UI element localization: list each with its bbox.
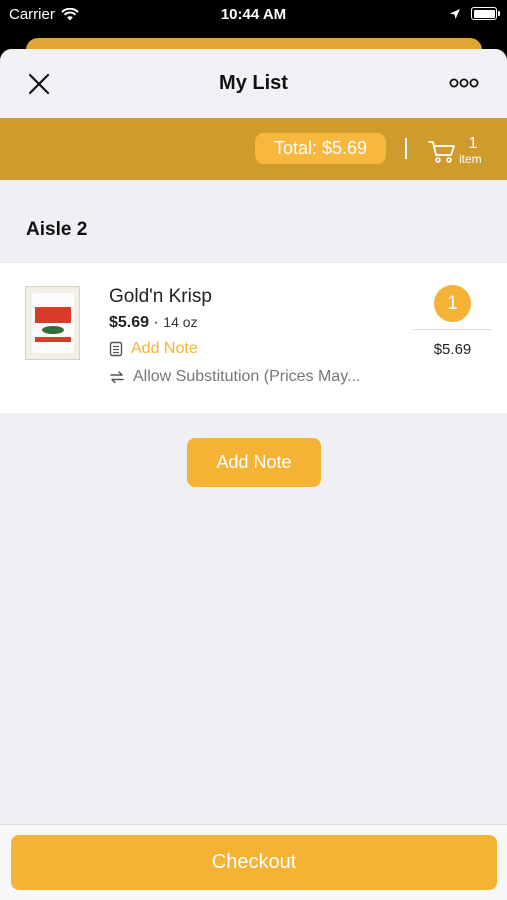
total-bar: Total: $5.69 1 item (0, 118, 507, 180)
product-price: $5.69 (109, 314, 150, 331)
bottom-bar: Checkout (0, 824, 507, 900)
cart-unit-label: item (459, 152, 482, 166)
aisle-heading: Aisle 2 (26, 219, 88, 240)
product-size: 14 oz (163, 314, 198, 330)
price-line: $5.69 · 14 oz (109, 314, 198, 332)
nav-bar: My List (0, 49, 507, 118)
more-icon[interactable] (449, 77, 479, 89)
cart-icon (428, 141, 455, 163)
substitution-label: Allow Substitution (Prices May... (133, 368, 361, 385)
status-time: 10:44 AM (220, 6, 287, 23)
quantity-badge[interactable]: 1 (434, 285, 471, 322)
substitution-line[interactable]: Allow Substitution (Prices May... (109, 368, 360, 386)
status-bar: Carrier 10:44 AM (0, 0, 507, 30)
cart-button[interactable]: 1 item (428, 134, 492, 168)
product-image (25, 286, 80, 360)
add-note-label: Add Note (131, 340, 198, 357)
list-item[interactable]: Gold'n Krisp $5.69 · 14 oz Add Note Allo… (0, 262, 507, 413)
status-right-group (449, 7, 500, 20)
battery-icon (471, 7, 500, 20)
total-pill[interactable]: Total: $5.69 (255, 133, 386, 164)
page-title: My List (219, 72, 288, 94)
cart-count: 1 (468, 135, 478, 152)
location-icon (450, 8, 460, 19)
swap-icon (110, 371, 124, 383)
quantity-divider (413, 329, 492, 330)
note-icon (109, 341, 123, 357)
add-note-button[interactable]: Add Note (187, 438, 321, 487)
total-divider (405, 138, 407, 159)
product-name: Gold'n Krisp (109, 286, 212, 307)
line-total: $5.69 (433, 341, 472, 358)
list-sheet: My List Total: $5.69 1 item Aisle 2 Gold… (0, 49, 507, 900)
checkout-button[interactable]: Checkout (11, 835, 497, 890)
price-separator: · (153, 314, 159, 331)
add-note-link[interactable]: Add Note (109, 340, 198, 358)
